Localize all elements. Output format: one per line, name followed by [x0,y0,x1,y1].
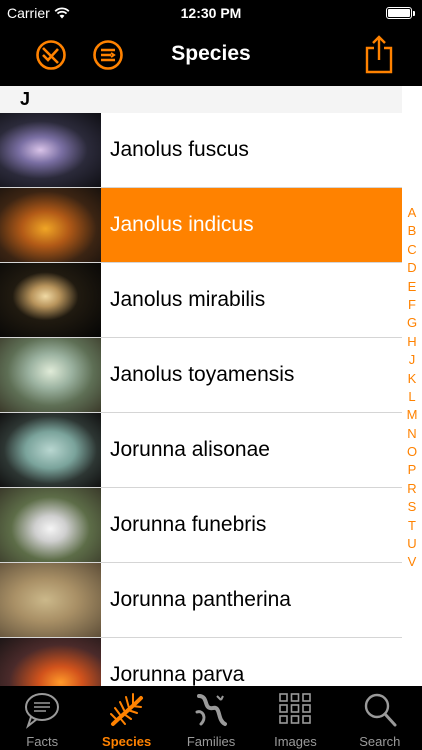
list-item[interactable]: Jorunna funebris [0,488,402,563]
tab-images[interactable]: Images [253,686,337,750]
index-letter[interactable]: C [404,241,420,259]
status-bar: Carrier 12:30 PM [0,0,422,26]
index-letter[interactable]: N [404,425,420,443]
tab-search[interactable]: Search [338,686,422,750]
species-thumbnail [0,488,101,562]
navigation-bar: Species [0,26,422,86]
index-letter[interactable]: M [404,406,420,424]
families-icon [195,694,228,726]
index-letter[interactable]: F [404,296,420,314]
species-list[interactable]: Janolus fuscus Janolus indicus Janolus m… [0,113,402,686]
tab-families[interactable]: Families [169,686,253,750]
search-icon [364,693,397,727]
list-item[interactable]: Janolus toyamensis [0,338,402,413]
tab-label: Species [102,734,152,749]
index-letter[interactable]: O [404,443,420,461]
index-letter[interactable]: D [404,259,420,277]
index-letter[interactable]: B [404,222,420,240]
species-name: Jorunna pantherina [110,588,291,611]
index-letter[interactable]: J [404,351,420,369]
battery-icon [386,7,415,19]
alphabet-index[interactable]: A B C D E F G H J K L M N O P R S T U V [404,204,420,572]
index-letter[interactable]: L [404,388,420,406]
index-letter[interactable]: S [404,498,420,516]
index-letter[interactable]: A [404,204,420,222]
share-icon[interactable] [364,34,394,74]
species-name: Janolus toyamensis [110,363,295,386]
grid-icon [279,693,312,724]
tab-label: Images [274,734,317,749]
index-letter[interactable]: P [404,461,420,479]
species-thumbnail [0,188,101,262]
tab-label: Families [186,734,236,749]
list-item-selected[interactable]: Janolus indicus [0,188,402,263]
list-item[interactable]: Jorunna parva [0,638,402,686]
index-letter[interactable]: V [404,553,420,571]
species-thumbnail [0,563,101,637]
index-letter[interactable]: T [404,517,420,535]
index-letter[interactable]: E [404,278,420,296]
index-letter[interactable]: K [404,370,420,388]
species-thumbnail [0,263,101,337]
index-letter[interactable]: H [404,333,420,351]
species-name: Janolus indicus [110,213,254,236]
section-header: J [0,86,402,113]
species-name: Jorunna alisonae [110,438,270,461]
tab-species[interactable]: Species [84,686,168,750]
list-item[interactable]: Janolus fuscus [0,113,402,188]
species-name: Jorunna parva [110,663,245,686]
list-item[interactable]: Janolus mirabilis [0,263,402,338]
index-letter[interactable]: U [404,535,420,553]
species-name: Janolus fuscus [110,138,249,161]
tab-bar: Facts Species Families Images Search [0,686,422,750]
species-name: Jorunna funebris [110,513,267,536]
species-thumbnail [0,338,101,412]
list-item[interactable]: Jorunna pantherina [0,563,402,638]
index-letter[interactable]: G [404,314,420,332]
page-title: Species [171,42,251,65]
speech-bubble-icon [25,693,60,729]
clock: 12:30 PM [180,5,242,21]
species-name: Janolus mirabilis [110,288,266,311]
species-thumbnail [0,413,101,487]
species-thumbnail [0,113,101,187]
species-thumbnail [0,638,101,686]
index-letter[interactable]: R [404,480,420,498]
list-item[interactable]: Jorunna alisonae [0,413,402,488]
tab-label: Search [359,734,401,749]
tab-label: Facts [26,734,59,749]
tab-facts[interactable]: Facts [0,686,84,750]
nudibranch-icon [109,693,143,726]
